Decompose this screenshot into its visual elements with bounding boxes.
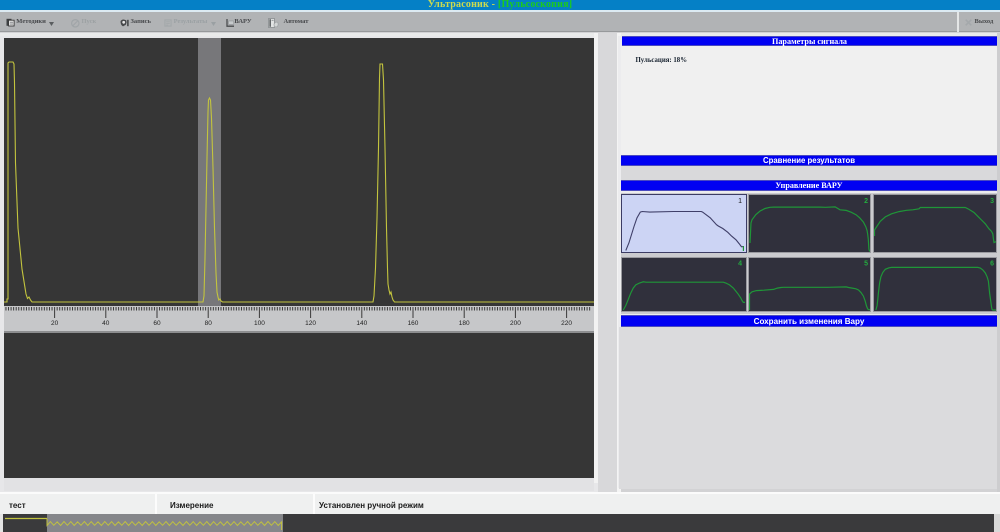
- svg-text:3: 3: [990, 198, 994, 205]
- svg-text:20: 20: [51, 320, 59, 327]
- svg-text:60: 60: [153, 320, 161, 327]
- svg-text:80: 80: [205, 320, 213, 327]
- svg-text:120: 120: [305, 320, 316, 327]
- svg-text:1: 1: [738, 198, 742, 205]
- svg-text:6: 6: [990, 261, 994, 268]
- svg-text:220: 220: [561, 320, 572, 327]
- svg-text:4: 4: [738, 261, 742, 268]
- svg-text:160: 160: [408, 320, 419, 327]
- svg-text:200: 200: [510, 320, 521, 327]
- svg-text:100: 100: [254, 320, 265, 327]
- svg-text:5: 5: [864, 261, 868, 268]
- svg-text:180: 180: [459, 320, 470, 327]
- svg-text:2: 2: [864, 198, 868, 205]
- svg-text:40: 40: [102, 320, 110, 327]
- svg-text:140: 140: [356, 320, 367, 327]
